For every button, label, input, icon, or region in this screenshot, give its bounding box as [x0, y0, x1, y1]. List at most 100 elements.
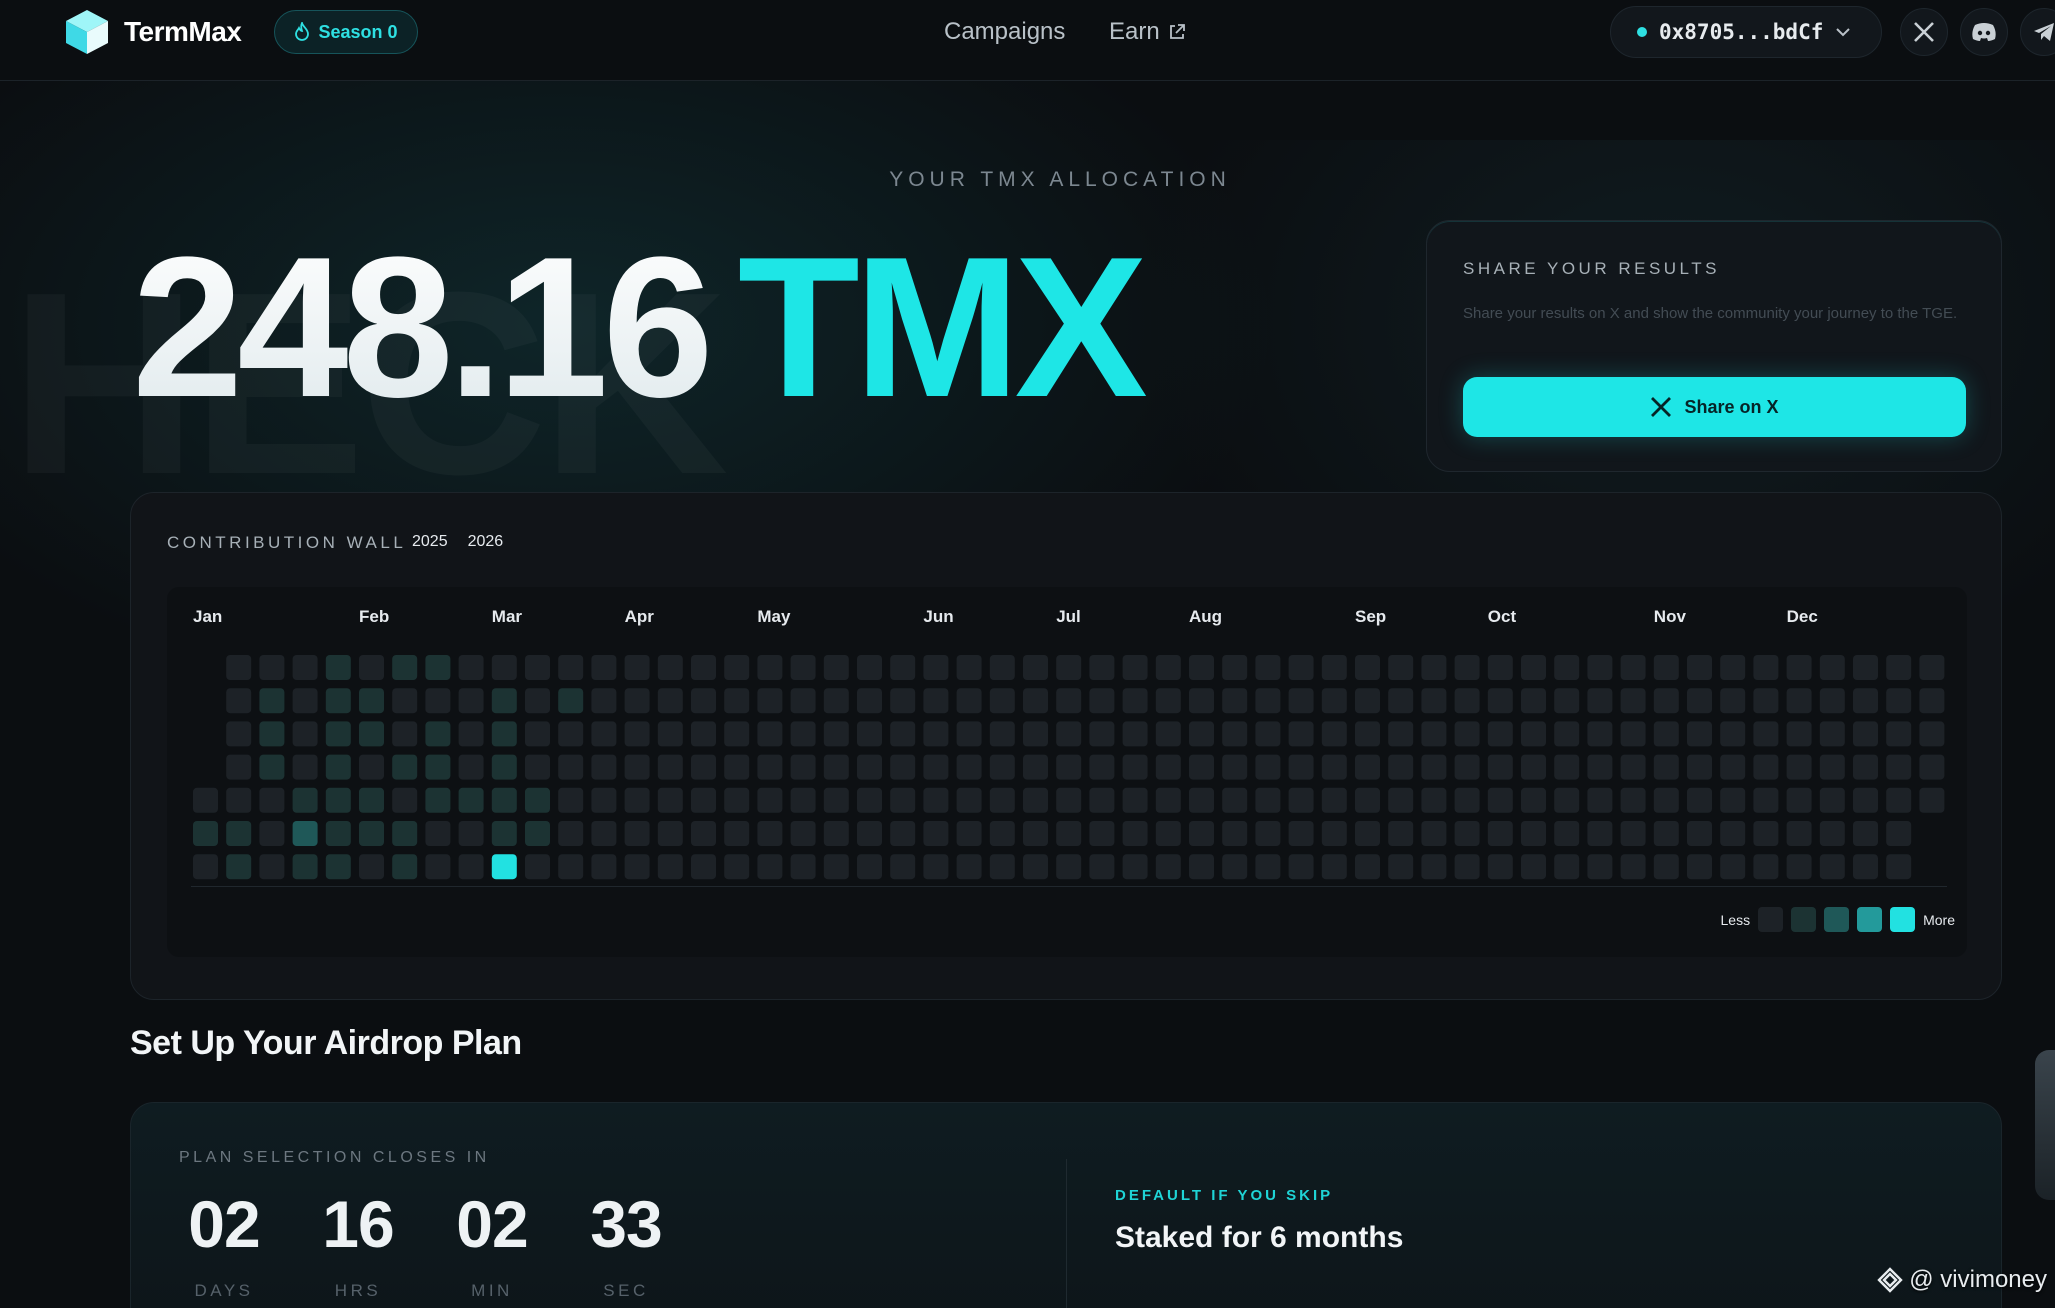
contribution-cell[interactable]	[1487, 821, 1513, 846]
contribution-cell[interactable]	[724, 754, 750, 780]
contribution-cell[interactable]	[956, 688, 982, 714]
contribution-cell[interactable]	[1122, 787, 1148, 813]
contribution-cell[interactable]	[1222, 787, 1248, 813]
contribution-cell[interactable]	[1321, 688, 1347, 714]
contribution-cell[interactable]	[657, 655, 683, 680]
contribution-cell[interactable]	[1421, 854, 1447, 880]
contribution-cell[interactable]	[359, 821, 384, 846]
contribution-cell[interactable]	[1687, 721, 1712, 747]
contribution-cell[interactable]	[1587, 854, 1613, 880]
contribution-cell[interactable]	[1554, 688, 1580, 714]
contribution-cell[interactable]	[857, 721, 882, 747]
contribution-cell[interactable]	[1222, 655, 1248, 680]
contribution-cell[interactable]	[989, 655, 1015, 680]
contribution-cell[interactable]	[857, 754, 882, 780]
contribution-cell[interactable]	[1620, 854, 1646, 880]
contribution-cell[interactable]	[1222, 688, 1248, 714]
contribution-cell[interactable]	[923, 754, 949, 780]
contribution-cell[interactable]	[558, 688, 584, 714]
contribution-cell[interactable]	[259, 655, 285, 680]
contribution-cell[interactable]	[923, 854, 949, 880]
contribution-cell[interactable]	[857, 821, 882, 846]
contribution-cell[interactable]	[857, 655, 882, 680]
contribution-cell[interactable]	[1521, 721, 1546, 747]
contribution-cell[interactable]	[1653, 655, 1679, 680]
contribution-cell[interactable]	[1255, 854, 1281, 880]
discord-button[interactable]	[1960, 8, 2008, 56]
contribution-cell[interactable]	[1554, 854, 1580, 880]
contribution-cell[interactable]	[790, 821, 816, 846]
contribution-cell[interactable]	[226, 754, 252, 780]
contribution-cell[interactable]	[1023, 721, 1048, 747]
contribution-cell[interactable]	[1056, 821, 1082, 846]
contribution-cell[interactable]	[325, 721, 351, 747]
contribution-cell[interactable]	[1023, 754, 1048, 780]
contribution-cell[interactable]	[1753, 854, 1779, 880]
contribution-cell[interactable]	[425, 787, 451, 813]
contribution-cell[interactable]	[1288, 821, 1314, 846]
contribution-cell[interactable]	[1487, 721, 1513, 747]
contribution-cell[interactable]	[657, 787, 683, 813]
contribution-cell[interactable]	[359, 787, 384, 813]
contribution-cell[interactable]	[1122, 821, 1148, 846]
contribution-cell[interactable]	[1155, 821, 1181, 846]
contribution-cell[interactable]	[359, 721, 384, 747]
contribution-cell[interactable]	[624, 754, 650, 780]
contribution-cell[interactable]	[790, 721, 816, 747]
contribution-cell[interactable]	[691, 854, 716, 880]
contribution-cell[interactable]	[1189, 787, 1214, 813]
contribution-cell[interactable]	[691, 655, 716, 680]
contribution-cell[interactable]	[1753, 754, 1779, 780]
contribution-cell[interactable]	[1853, 721, 1878, 747]
contribution-cell[interactable]	[292, 821, 318, 846]
contribution-cell[interactable]	[857, 688, 882, 714]
contribution-cell[interactable]	[989, 787, 1015, 813]
contribution-cell[interactable]	[1056, 655, 1082, 680]
contribution-cell[interactable]	[1587, 688, 1613, 714]
contribution-cell[interactable]	[392, 721, 418, 747]
contribution-cell[interactable]	[491, 854, 517, 880]
contribution-cell[interactable]	[1720, 754, 1746, 780]
contribution-cell[interactable]	[1554, 721, 1580, 747]
contribution-cell[interactable]	[392, 854, 418, 880]
contribution-cell[interactable]	[890, 754, 916, 780]
year-tab-2025[interactable]: 2025	[412, 533, 448, 551]
contribution-cell[interactable]	[790, 854, 816, 880]
contribution-cell[interactable]	[1587, 754, 1613, 780]
contribution-cell[interactable]	[491, 821, 517, 846]
contribution-cell[interactable]	[1321, 721, 1347, 747]
contribution-cell[interactable]	[325, 655, 351, 680]
contribution-cell[interactable]	[1189, 854, 1214, 880]
contribution-cell[interactable]	[458, 688, 484, 714]
contribution-cell[interactable]	[624, 721, 650, 747]
contribution-cell[interactable]	[226, 655, 252, 680]
contribution-cell[interactable]	[923, 655, 949, 680]
contribution-cell[interactable]	[259, 787, 285, 813]
contribution-cell[interactable]	[1421, 754, 1447, 780]
contribution-cell[interactable]	[558, 821, 584, 846]
year-tab-2026[interactable]: 2026	[468, 533, 504, 551]
contribution-cell[interactable]	[1886, 854, 1912, 880]
contribution-cell[interactable]	[1919, 688, 1945, 714]
contribution-cell[interactable]	[1155, 721, 1181, 747]
contribution-cell[interactable]	[1819, 821, 1845, 846]
contribution-cell[interactable]	[1853, 688, 1878, 714]
contribution-cell[interactable]	[1853, 787, 1878, 813]
contribution-cell[interactable]	[491, 655, 517, 680]
contribution-cell[interactable]	[1321, 854, 1347, 880]
contribution-cell[interactable]	[1155, 787, 1181, 813]
contribution-cell[interactable]	[724, 854, 750, 880]
contribution-cell[interactable]	[1388, 721, 1414, 747]
contribution-cell[interactable]	[1222, 721, 1248, 747]
contribution-cell[interactable]	[823, 754, 849, 780]
contribution-cell[interactable]	[1089, 787, 1115, 813]
contribution-cell[interactable]	[757, 721, 783, 747]
contribution-cell[interactable]	[491, 754, 517, 780]
contribution-cell[interactable]	[1587, 655, 1613, 680]
logo[interactable]: TermMax	[64, 8, 242, 56]
contribution-cell[interactable]	[491, 688, 517, 714]
telegram-button[interactable]	[2020, 8, 2055, 56]
contribution-cell[interactable]	[1155, 655, 1181, 680]
contribution-cell[interactable]	[525, 721, 550, 747]
contribution-cell[interactable]	[1454, 754, 1480, 780]
